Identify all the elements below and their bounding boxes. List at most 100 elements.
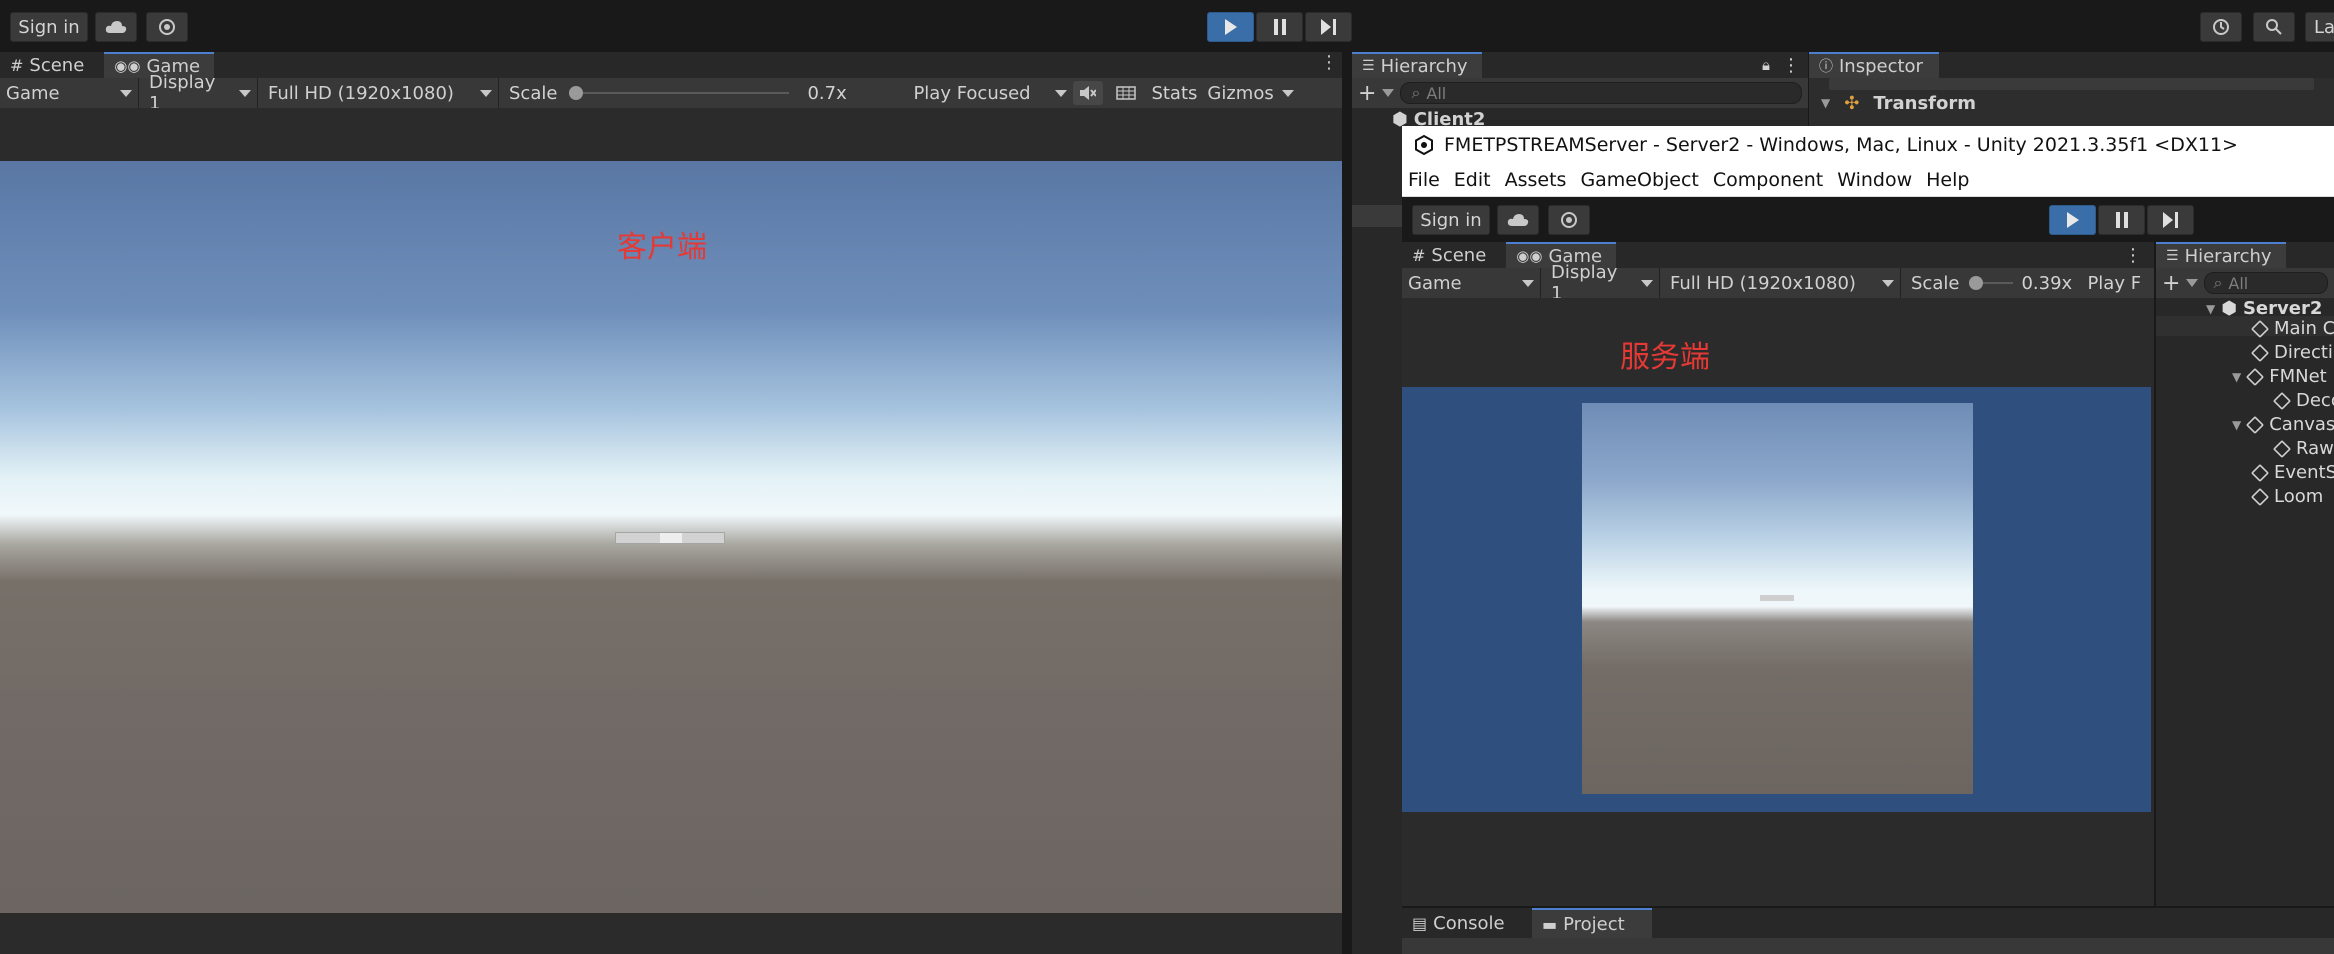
client-letterbox-bottom bbox=[0, 913, 1342, 954]
hierarchy-item-loom[interactable]: Loom bbox=[2250, 486, 2323, 507]
server-game-toolbar: Game Display 1 Full HD (1920x1080) Scale… bbox=[1402, 262, 2154, 304]
hierarchy-item-eventsystem[interactable]: EventS bbox=[2250, 462, 2334, 483]
gameobject-icon bbox=[2250, 319, 2270, 338]
server-resolution-dropdown[interactable]: Full HD (1920x1080) bbox=[1660, 268, 1900, 298]
server-tab-hierarchy[interactable]: ☰ Hierarchy bbox=[2156, 242, 2286, 268]
server-scale-slider-handle[interactable] bbox=[1969, 276, 1984, 290]
scale-slider[interactable] bbox=[569, 78, 790, 108]
server-hierarchy-search-input[interactable]: ⌕ All bbox=[2204, 272, 2328, 294]
server-window-title: FMETPSTREAMServer - Server2 - Windows, M… bbox=[1444, 134, 2238, 156]
server-hierarchy-search-row: + ⌕ All bbox=[2156, 268, 2334, 298]
menu-edit[interactable]: Edit bbox=[1454, 169, 1491, 191]
gizmos-dropdown[interactable]: Gizmos bbox=[1197, 78, 1299, 108]
shortcuts-button[interactable] bbox=[1109, 81, 1143, 105]
resolution-dropdown[interactable]: Full HD (1920x1080) bbox=[258, 78, 498, 108]
hierarchy-item-canvas[interactable]: ▼ Canvas bbox=[2232, 414, 2334, 435]
hierarchy-item-server2[interactable]: ▼ ⬢ Server2 bbox=[2206, 298, 2322, 319]
hierarchy-item-decoder[interactable]: Deco bbox=[2272, 390, 2334, 411]
panel-divider[interactable] bbox=[1342, 52, 1352, 954]
pause-button[interactable] bbox=[1256, 12, 1303, 42]
server-services-button[interactable] bbox=[1548, 205, 1590, 235]
server-cloud-button[interactable] bbox=[1497, 205, 1539, 235]
more-menu-icon[interactable]: ⋮ bbox=[2124, 245, 2142, 266]
scale-slider-handle[interactable] bbox=[569, 86, 584, 100]
search-button[interactable] bbox=[2253, 12, 2295, 42]
layout-dropdown[interactable]: Lay bbox=[2305, 12, 2334, 42]
menu-component[interactable]: Component bbox=[1713, 169, 1823, 191]
client-game-toolbar: Game Display 1 Full HD (1920x1080) Scale… bbox=[0, 72, 1342, 114]
hierarchy-item-directional-light[interactable]: Directi bbox=[2250, 342, 2333, 363]
play-button[interactable] bbox=[1207, 12, 1254, 42]
tab-hierarchy-back[interactable]: ☰ Hierarchy bbox=[1352, 52, 1482, 78]
add-icon[interactable]: + bbox=[1358, 81, 1376, 106]
more-menu-icon[interactable]: ⋮ bbox=[1782, 55, 1800, 76]
server-window-titlebar[interactable]: FMETPSTREAMServer - Server2 - Windows, M… bbox=[1402, 126, 2334, 164]
server-hierarchy-list: ▼ ⬢ Server2 Main C Directi ▼ FMNet Deco bbox=[2156, 298, 2334, 906]
unity-logo-icon bbox=[1415, 135, 1433, 155]
add-icon[interactable]: + bbox=[2162, 271, 2180, 296]
gameobject-icon bbox=[2246, 367, 2265, 386]
sign-in-button[interactable]: Sign in bbox=[10, 12, 88, 42]
server-bottom-tab-bar: ▤ Console ▬ Project bbox=[1402, 906, 2334, 938]
main-toolbar bbox=[0, 0, 2334, 52]
server-rendered-view bbox=[1402, 387, 2151, 812]
menu-gameobject[interactable]: GameObject bbox=[1580, 169, 1698, 191]
foldout-icon[interactable]: ▼ bbox=[2206, 302, 2215, 316]
gameobject-icon bbox=[2272, 439, 2292, 458]
tab-console[interactable]: ▤ Console bbox=[1402, 908, 1532, 938]
gameobject-icon bbox=[2250, 463, 2270, 482]
cloud-icon bbox=[105, 21, 127, 33]
server-sign-in-button[interactable]: Sign in bbox=[1412, 205, 1490, 235]
scale-value: 0.7x bbox=[807, 82, 847, 104]
foldout-icon[interactable]: ▼ bbox=[2232, 370, 2241, 384]
display-dropdown[interactable]: Display 1 bbox=[139, 72, 257, 114]
server-scale-slider[interactable] bbox=[1969, 268, 2014, 298]
server-pause-button[interactable] bbox=[2098, 205, 2145, 235]
hierarchy-item-fmnet[interactable]: ▼ FMNet bbox=[2232, 366, 2327, 387]
add-dropdown-icon[interactable] bbox=[1382, 89, 1395, 97]
folder-icon: ▬ bbox=[1542, 914, 1558, 934]
server-overlay-label: 服务端 bbox=[1620, 340, 1710, 375]
streamed-ui-bar bbox=[1760, 595, 1794, 601]
menu-assets[interactable]: Assets bbox=[1505, 169, 1567, 191]
stats-button[interactable]: Stats bbox=[1151, 83, 1197, 104]
add-dropdown-icon[interactable] bbox=[2186, 279, 2199, 287]
lock-icon[interactable]: 🔒︎ bbox=[1762, 56, 1770, 74]
menu-help[interactable]: Help bbox=[1926, 169, 1969, 191]
foldout-icon[interactable]: ▼ bbox=[2232, 418, 2241, 432]
step-icon bbox=[2162, 212, 2178, 228]
search-icon: ⌕ bbox=[1411, 83, 1421, 102]
game-view-dropdown[interactable]: Game bbox=[0, 78, 138, 108]
playbar bbox=[1207, 12, 1352, 42]
menu-window[interactable]: Window bbox=[1837, 169, 1912, 191]
unity-scene-icon: ⬢ bbox=[2221, 298, 2237, 319]
server-step-button[interactable] bbox=[2147, 205, 2194, 235]
scale-label: Scale bbox=[509, 82, 558, 104]
server-display-dropdown[interactable]: Display 1 bbox=[1541, 262, 1659, 304]
tab-inspector[interactable]: ⓘ Inspector bbox=[1809, 52, 1939, 78]
tab-project[interactable]: ▬ Project bbox=[1532, 908, 1652, 938]
gameobject-icon bbox=[2272, 391, 2292, 410]
server-play-button[interactable] bbox=[2049, 205, 2096, 235]
transform-header[interactable]: ▼ ✣ Transform bbox=[1809, 90, 2334, 116]
menu-file[interactable]: File bbox=[1408, 169, 1440, 191]
tab-scene[interactable]: # Scene bbox=[0, 52, 94, 78]
step-button[interactable] bbox=[1305, 12, 1352, 42]
cloud-button[interactable] bbox=[95, 12, 137, 42]
hierarchy-item-rawimage[interactable]: Rawl bbox=[2272, 438, 2334, 459]
services-button[interactable] bbox=[146, 12, 188, 42]
play-mode-dropdown[interactable]: Play Focused bbox=[903, 78, 1073, 108]
server-tab-scene[interactable]: # Scene bbox=[1402, 242, 1496, 268]
server-tab-bar: # Scene ◉◉ Game ⋮ bbox=[1402, 242, 2154, 268]
more-menu-icon[interactable]: ⋮ bbox=[1316, 52, 1342, 78]
server-game-view-dropdown[interactable]: Game bbox=[1402, 268, 1540, 298]
foldout-icon[interactable]: ▼ bbox=[1821, 96, 1830, 110]
server-play-mode-dropdown[interactable]: Play F bbox=[2087, 273, 2141, 294]
gameobject-icon bbox=[2250, 487, 2270, 506]
history-button[interactable] bbox=[2200, 12, 2242, 42]
hierarchy-item-main-camera[interactable]: Main C bbox=[2250, 318, 2334, 339]
transform-icon: ✣ bbox=[1844, 92, 1860, 114]
client-overlay-label: 客户端 bbox=[617, 230, 707, 265]
mute-audio-button[interactable] bbox=[1073, 81, 1104, 105]
hierarchy-search-input[interactable]: ⌕ All bbox=[1400, 82, 1802, 104]
